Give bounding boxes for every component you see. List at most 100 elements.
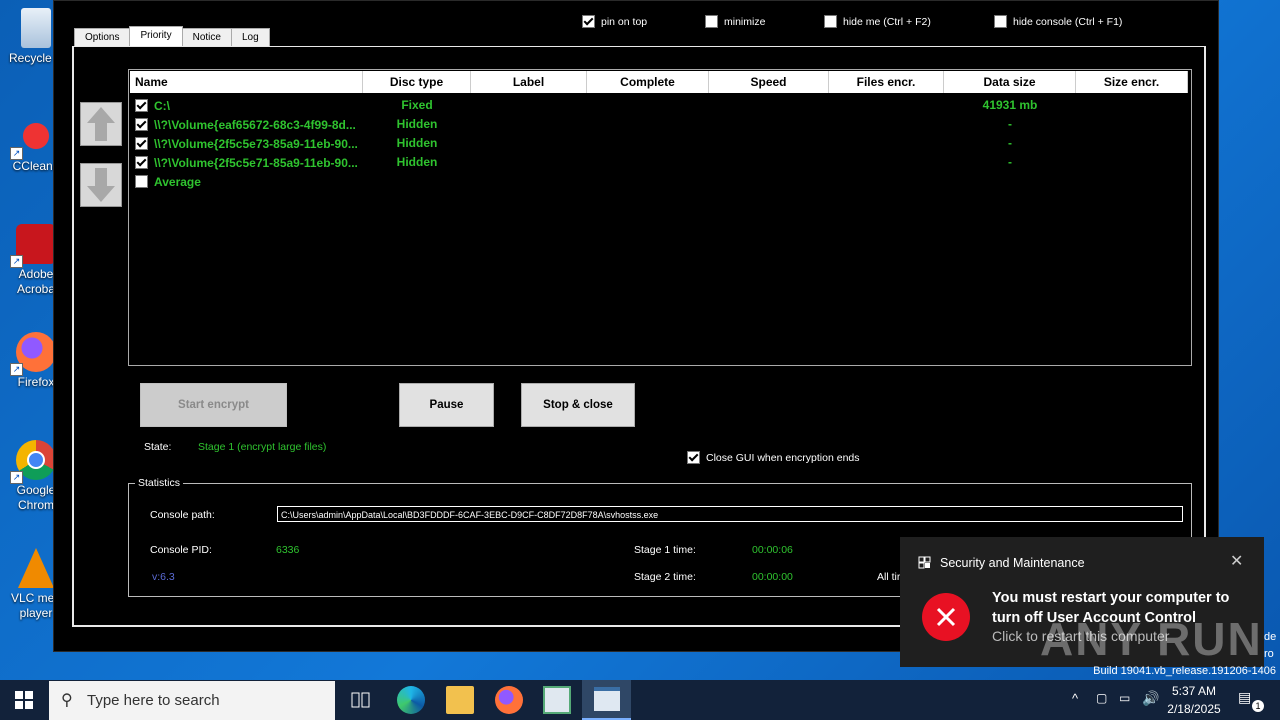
hide-me-checkbox[interactable] xyxy=(824,15,837,28)
app-window-icon[interactable] xyxy=(543,686,571,714)
row-checkbox[interactable] xyxy=(135,175,148,188)
option-label: hide console (Ctrl + F1) xyxy=(1013,15,1123,28)
clock-time[interactable]: 5:37 AM xyxy=(1168,684,1220,698)
file-explorer-icon[interactable] xyxy=(446,686,474,714)
column-header-files-encr[interactable]: Files encr. xyxy=(829,71,944,93)
row-name: \\?\Volume{eaf65672-68c3-4f99-8d... xyxy=(154,117,356,132)
table-row[interactable]: C:\ xyxy=(135,96,170,115)
tab-strip: Options Priority Notice Log xyxy=(74,26,270,47)
tab-notice[interactable]: Notice xyxy=(181,28,232,46)
start-button[interactable] xyxy=(15,691,33,712)
desktop-icon-label: Firefox xyxy=(17,375,55,389)
option-pin-on-top[interactable]: pin on top xyxy=(582,15,647,28)
ccleaner-icon: ↗ xyxy=(10,116,56,160)
meet-now-icon[interactable]: ▢ xyxy=(1096,691,1107,705)
search-icon: ⚲ xyxy=(61,692,73,709)
state-label: State: xyxy=(144,441,172,453)
table-header: Name Disc type Label Complete Speed File… xyxy=(130,71,1188,93)
close-gui-option[interactable]: Close GUI when encryption ends xyxy=(687,451,860,464)
column-header-label[interactable]: Label xyxy=(471,71,587,93)
state-value: Stage 1 (encrypt large files) xyxy=(198,441,327,453)
column-header-name[interactable]: Name xyxy=(130,71,363,93)
table-row[interactable]: Average xyxy=(135,172,201,191)
stop-close-button[interactable]: Stop & close xyxy=(521,383,635,427)
option-minimize[interactable]: minimize xyxy=(705,15,765,28)
row-disc-type: Hidden xyxy=(396,136,438,150)
stage2-time-label: Stage 2 time: xyxy=(634,571,696,583)
search-placeholder: Type here to search xyxy=(87,692,220,709)
column-header-size-encr[interactable]: Size encr. xyxy=(1076,71,1188,93)
row-data-size: - xyxy=(1008,136,1012,150)
column-header-data-size[interactable]: Data size xyxy=(944,71,1076,93)
taskbar-search-box[interactable]: ⚲ Type here to search xyxy=(49,681,335,720)
encryptor-app-icon xyxy=(594,687,620,711)
start-encrypt-button[interactable]: Start encrypt xyxy=(140,383,287,427)
option-label: pin on top xyxy=(601,15,648,28)
statistics-legend: Statistics xyxy=(135,477,184,489)
firefox-icon: ↗ xyxy=(10,332,56,376)
tab-options[interactable]: Options xyxy=(74,28,131,46)
console-path-field[interactable]: C:\Users\admin\AppData\Local\BD3FDDDF-6C… xyxy=(277,506,1183,522)
move-down-button[interactable] xyxy=(80,163,122,207)
chrome-icon: ↗ xyxy=(10,440,56,484)
security-flag-icon xyxy=(918,556,931,569)
notification-center-icon[interactable]: ▤ xyxy=(1238,689,1251,706)
active-app-taskbar-button[interactable] xyxy=(582,680,631,720)
stage2-time-value: 00:00:00 xyxy=(752,571,793,583)
row-name: \\?\Volume{2f5c5e73-85a9-11eb-90... xyxy=(154,136,358,151)
firefox-taskbar-icon[interactable] xyxy=(495,686,523,714)
side-text-1: de xyxy=(1264,631,1277,643)
column-header-speed[interactable]: Speed xyxy=(709,71,829,93)
volume-icon[interactable]: 🔊 xyxy=(1142,690,1159,707)
row-name: C:\ xyxy=(154,98,170,113)
minimize-checkbox[interactable] xyxy=(705,15,718,28)
version-label: v:6.3 xyxy=(152,571,175,583)
option-hide-me[interactable]: hide me (Ctrl + F2) xyxy=(824,15,931,28)
chevron-up-icon[interactable]: ^ xyxy=(1072,691,1078,706)
pause-button[interactable]: Pause xyxy=(399,383,494,427)
recycle-bin-icon xyxy=(21,8,51,48)
option-hide-console[interactable]: hide console (Ctrl + F1) xyxy=(994,15,1122,28)
arrow-down-icon xyxy=(87,168,115,202)
desktop-icon-label: Adobe Acroba xyxy=(16,267,56,296)
clock-date[interactable]: 2/18/2025 xyxy=(1166,702,1222,716)
tab-priority[interactable]: Priority xyxy=(129,26,183,47)
watermark: ANY RUN xyxy=(1040,613,1263,665)
column-header-complete[interactable]: Complete xyxy=(587,71,709,93)
column-header-disc-type[interactable]: Disc type xyxy=(363,71,471,93)
error-icon xyxy=(922,593,970,641)
vlc-icon xyxy=(18,548,54,588)
close-gui-checkbox[interactable] xyxy=(687,451,700,464)
row-disc-type: Hidden xyxy=(396,117,438,131)
option-label: hide me (Ctrl + F2) xyxy=(843,15,931,28)
notification-count-badge: 1 xyxy=(1252,700,1264,712)
build-string: Build 19041.vb_release.191206-1406 xyxy=(1093,665,1276,677)
close-gui-label: Close GUI when encryption ends xyxy=(706,451,860,464)
row-checkbox[interactable] xyxy=(135,156,148,169)
close-icon[interactable]: ✕ xyxy=(1230,551,1243,571)
row-checkbox[interactable] xyxy=(135,118,148,131)
move-up-button[interactable] xyxy=(80,102,122,146)
table-row[interactable]: \\?\Volume{eaf65672-68c3-4f99-8d... xyxy=(135,115,356,134)
pin-on-top-checkbox[interactable] xyxy=(582,15,595,28)
tab-log[interactable]: Log xyxy=(230,28,270,46)
row-name: Average xyxy=(154,174,201,189)
console-pid-label: Console PID: xyxy=(150,544,212,556)
row-checkbox[interactable] xyxy=(135,137,148,150)
row-data-size: - xyxy=(1008,117,1012,131)
stage1-time-value: 00:00:06 xyxy=(752,544,793,556)
option-label: minimize xyxy=(724,15,766,28)
console-path-label: Console path: xyxy=(150,509,215,521)
table-row[interactable]: \\?\Volume{2f5c5e71-85a9-11eb-90... xyxy=(135,153,358,172)
desktop-icon-label: Google Chrom xyxy=(16,483,56,512)
acrobat-icon: ↗ xyxy=(10,224,56,268)
task-view-icon[interactable] xyxy=(347,686,375,714)
edge-icon[interactable] xyxy=(397,686,425,714)
row-checkbox[interactable] xyxy=(135,99,148,112)
row-data-size: - xyxy=(1008,155,1012,169)
hide-console-checkbox[interactable] xyxy=(994,15,1007,28)
row-name: \\?\Volume{2f5c5e71-85a9-11eb-90... xyxy=(154,155,358,170)
table-row[interactable]: \\?\Volume{2f5c5e73-85a9-11eb-90... xyxy=(135,134,358,153)
network-icon[interactable]: ▭ xyxy=(1119,691,1130,705)
console-pid-value: 6336 xyxy=(276,544,300,556)
